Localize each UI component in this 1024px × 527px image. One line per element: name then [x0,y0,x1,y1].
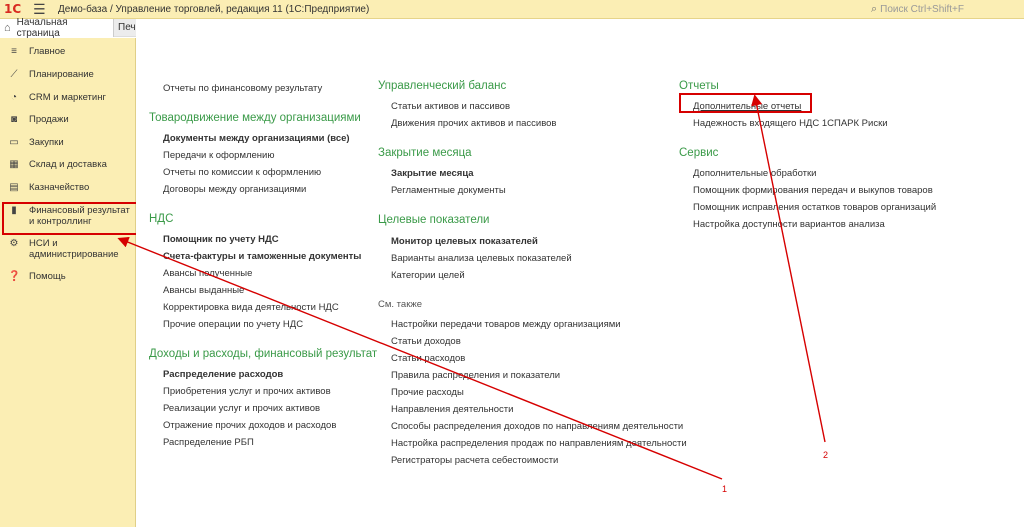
group-title-target-indicators: Целевые показатели [378,214,490,226]
title-bar: 1С ☰ Демо-база / Управление торговлей, р… [0,0,1024,19]
link-additional-processors[interactable]: Дополнительные обработки [693,168,816,179]
link-analysis-access-settings[interactable]: Настройка доступности вариантов анализа [693,219,885,230]
menu-lines-icon: ≡ [11,46,17,57]
link-vat-activity-correction[interactable]: Корректировка вида деятельности НДС [163,302,339,313]
link-service-sales[interactable]: Реализации услуг и прочих активов [163,403,320,414]
link-regulatory-docs[interactable]: Регламентные документы [391,185,506,196]
chart-line-icon: ⟋ [10,69,18,80]
warehouse-icon: ▦ [9,159,19,170]
link-target-monitor[interactable]: Монитор целевых показателей [391,236,538,247]
group-title-goods-movement: Товародвижение между организациями [149,112,361,124]
sidebar-item-label: Склад и доставка [29,159,107,170]
sidebar-item-warehouse[interactable]: ▦ Склад и доставка [0,159,136,170]
group-title-mgmt-balance: Управленческий баланс [378,80,507,92]
sidebar-item-label: CRM и маркетинг [29,92,106,103]
link-expense-allocation[interactable]: Распределение расходов [163,369,283,380]
link-service-purchases[interactable]: Приобретения услуг и прочих активов [163,386,331,397]
search-placeholder: Поиск Ctrl+Shift+F [880,4,965,15]
sidebar-item-sales[interactable]: ◙ Продажи [0,114,136,125]
window-title: Демо-база / Управление торговлей, редакц… [58,4,370,15]
link-fin-result-reports[interactable]: Отчеты по финансовому результату [163,83,322,94]
see-also-label: См. также [378,299,422,310]
sidebar: ≡ Главное ⟋ Планирование ◔ CRM и маркети… [0,38,138,527]
main-content: Отчеты по финансовому результату Товарод… [136,19,1024,527]
link-vat-assistant[interactable]: Помощник по учету НДС [163,234,279,245]
sidebar-item-label: Казначейство [29,182,90,193]
sidebar-item-label: Закупки [29,137,64,148]
tab-second[interactable]: Печ [118,22,136,33]
search-icon: ⌕ [871,3,878,15]
highlight-box-reports [679,93,812,113]
link-transfers[interactable]: Передачи к оформлению [163,150,274,161]
link-allocation-rules[interactable]: Правила распределения и показатели [391,370,560,381]
link-other-vat-ops[interactable]: Прочие операции по учету НДС [163,319,303,330]
link-goal-categories[interactable]: Категории целей [391,270,465,281]
link-asset-liability-items[interactable]: Статьи активов и пассивов [391,101,510,112]
pie-chart-icon: ◔ [10,92,18,103]
link-commission-reports[interactable]: Отчеты по комиссии к оформлению [163,167,321,178]
link-activity-directions[interactable]: Направления деятельности [391,404,513,415]
sidebar-item-crm[interactable]: ◔ CRM и маркетинг [0,92,136,103]
sidebar-item-label: НСИ и администрирование [29,238,119,260]
group-title-service: Сервис [679,147,719,159]
link-transfer-assistant[interactable]: Помощник формирования передач и выкупов … [693,185,933,196]
link-income-allocation-methods[interactable]: Способы распределения доходов по направл… [391,421,683,432]
link-advances-issued[interactable]: Авансы выданные [163,285,244,296]
sidebar-item-label: Помощь [29,271,66,282]
group-title-income-expenses: Доходы и расходы, финансовый результат [149,348,378,360]
help-icon: ❓ [8,271,21,282]
sidebar-item-planning[interactable]: ⟋ Планирование [0,69,136,80]
sidebar-item-label: Главное [29,46,66,57]
gear-icon: ⚙ [9,238,19,249]
link-stock-correction-assistant[interactable]: Помощник исправления остатков товаров ор… [693,202,936,213]
shopping-bag-icon: ◙ [10,114,18,125]
main-menu-icon[interactable]: ☰ [33,1,46,17]
link-rbp-allocation[interactable]: Распределение РБП [163,437,254,448]
link-month-close[interactable]: Закрытие месяца [391,168,474,179]
tab-home-label: Начальная страница [16,17,68,39]
link-sales-allocation-settings[interactable]: Настройка распределения продаж по направ… [391,438,687,449]
link-inter-org-docs[interactable]: Документы между организациями (все) [163,133,350,144]
sidebar-item-label: Планирование [29,69,94,80]
group-title-reports: Отчеты [679,80,719,92]
home-icon: ⌂ [4,22,11,34]
link-expense-items[interactable]: Статьи расходов [391,353,465,364]
link-target-analysis-variants[interactable]: Варианты анализа целевых показателей [391,253,572,264]
treasury-icon: ▤ [9,182,19,193]
sidebar-item-nsi[interactable]: ⚙ НСИ и администрирование [0,238,136,260]
search-input[interactable]: ⌕ Поиск Ctrl+Shift+F [871,3,1021,16]
sidebar-item-purchases[interactable]: ▭ Закупки [0,137,136,148]
link-vat-reliability[interactable]: Надежность входящего НДС 1СПАРК Риски [693,118,888,129]
cart-icon: ▭ [9,137,19,148]
link-invoices[interactable]: Счета-фактуры и таможенные документы [163,251,361,262]
link-income-items[interactable]: Статьи доходов [391,336,461,347]
link-transfer-settings[interactable]: Настройки передачи товаров между организ… [391,319,621,330]
link-cost-registrars[interactable]: Регистраторы расчета себестоимости [391,455,558,466]
tab-home[interactable]: ⌂ Начальная страница [0,17,114,39]
sidebar-item-treasury[interactable]: ▤ Казначейство [0,182,136,193]
link-other-income-expense[interactable]: Отражение прочих доходов и расходов [163,420,336,431]
link-other-expenses[interactable]: Прочие расходы [391,387,464,398]
link-inter-org-contracts[interactable]: Договоры между организациями [163,184,306,195]
tab-bar: ⌂ Начальная страница Печ [0,17,136,39]
link-advances-received[interactable]: Авансы полученные [163,268,252,279]
group-title-vat: НДС [149,213,174,225]
app-logo: 1С [4,2,22,16]
link-other-asset-movements[interactable]: Движения прочих активов и пассивов [391,118,556,129]
sidebar-item-label: Продажи [29,114,69,125]
sidebar-item-help[interactable]: ❓ Помощь [0,271,136,282]
group-title-month-close: Закрытие месяца [378,147,472,159]
sidebar-item-main[interactable]: ≡ Главное [0,46,136,57]
highlight-box-sidebar [2,202,138,235]
